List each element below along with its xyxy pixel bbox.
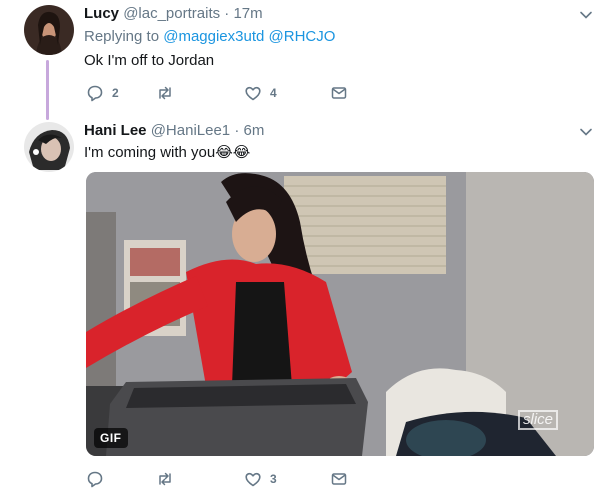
tweet-text: Ok I'm off to Jordan	[84, 52, 215, 69]
dm-icon	[331, 473, 347, 485]
reply-button[interactable]: 2	[86, 84, 156, 102]
reply-icon	[87, 471, 103, 488]
mention-link[interactable]: @maggiex3utd	[163, 28, 264, 45]
chevron-down-icon[interactable]	[578, 7, 594, 23]
retweet-icon	[159, 86, 171, 100]
tweet-actions: 2 4	[86, 84, 348, 102]
reply-context: Replying to @maggiex3utd @RHCJO	[84, 28, 335, 45]
tweet-actions: 3	[86, 470, 348, 488]
retweet-icon	[159, 472, 171, 486]
avatar[interactable]	[24, 122, 74, 172]
timestamp[interactable]: 6m	[244, 122, 265, 139]
like-icon	[245, 472, 261, 487]
separator: ·	[224, 5, 230, 22]
display-name[interactable]: Hani Lee	[84, 122, 147, 139]
display-name[interactable]: Lucy	[84, 5, 119, 22]
like-button[interactable]: 4	[244, 84, 330, 102]
dm-icon	[331, 87, 347, 99]
mention-link[interactable]: @RHCJO	[269, 28, 336, 45]
tweet-text: I'm coming with you😂😂	[84, 144, 251, 161]
like-button[interactable]: 3	[244, 470, 330, 488]
reply-button[interactable]	[86, 470, 156, 488]
reply-icon	[87, 85, 103, 102]
avatar[interactable]	[24, 5, 74, 55]
retweet-button[interactable]	[156, 470, 244, 488]
reply-count: 2	[112, 86, 119, 100]
thread-line	[46, 60, 49, 120]
retweet-button[interactable]	[156, 84, 244, 102]
like-count: 4	[270, 86, 277, 100]
separator: ·	[234, 122, 240, 139]
gif-badge: GIF	[94, 428, 128, 448]
reply-prefix: Replying to	[84, 28, 160, 45]
dm-button[interactable]	[330, 470, 348, 488]
dm-button[interactable]	[330, 84, 348, 102]
gif-media[interactable]: GIF slice	[86, 172, 594, 456]
tweet-header: Lucy @lac_portraits · 17m	[84, 5, 263, 22]
like-icon	[245, 86, 261, 101]
timestamp[interactable]: 17m	[233, 5, 262, 22]
tweet-header: Hani Lee @HaniLee1 · 6m	[84, 122, 264, 139]
channel-watermark: slice	[517, 410, 558, 430]
chevron-down-icon[interactable]	[578, 124, 594, 140]
user-handle[interactable]: @lac_portraits	[123, 5, 220, 22]
like-count: 3	[270, 472, 277, 486]
user-handle[interactable]: @HaniLee1	[151, 122, 230, 139]
